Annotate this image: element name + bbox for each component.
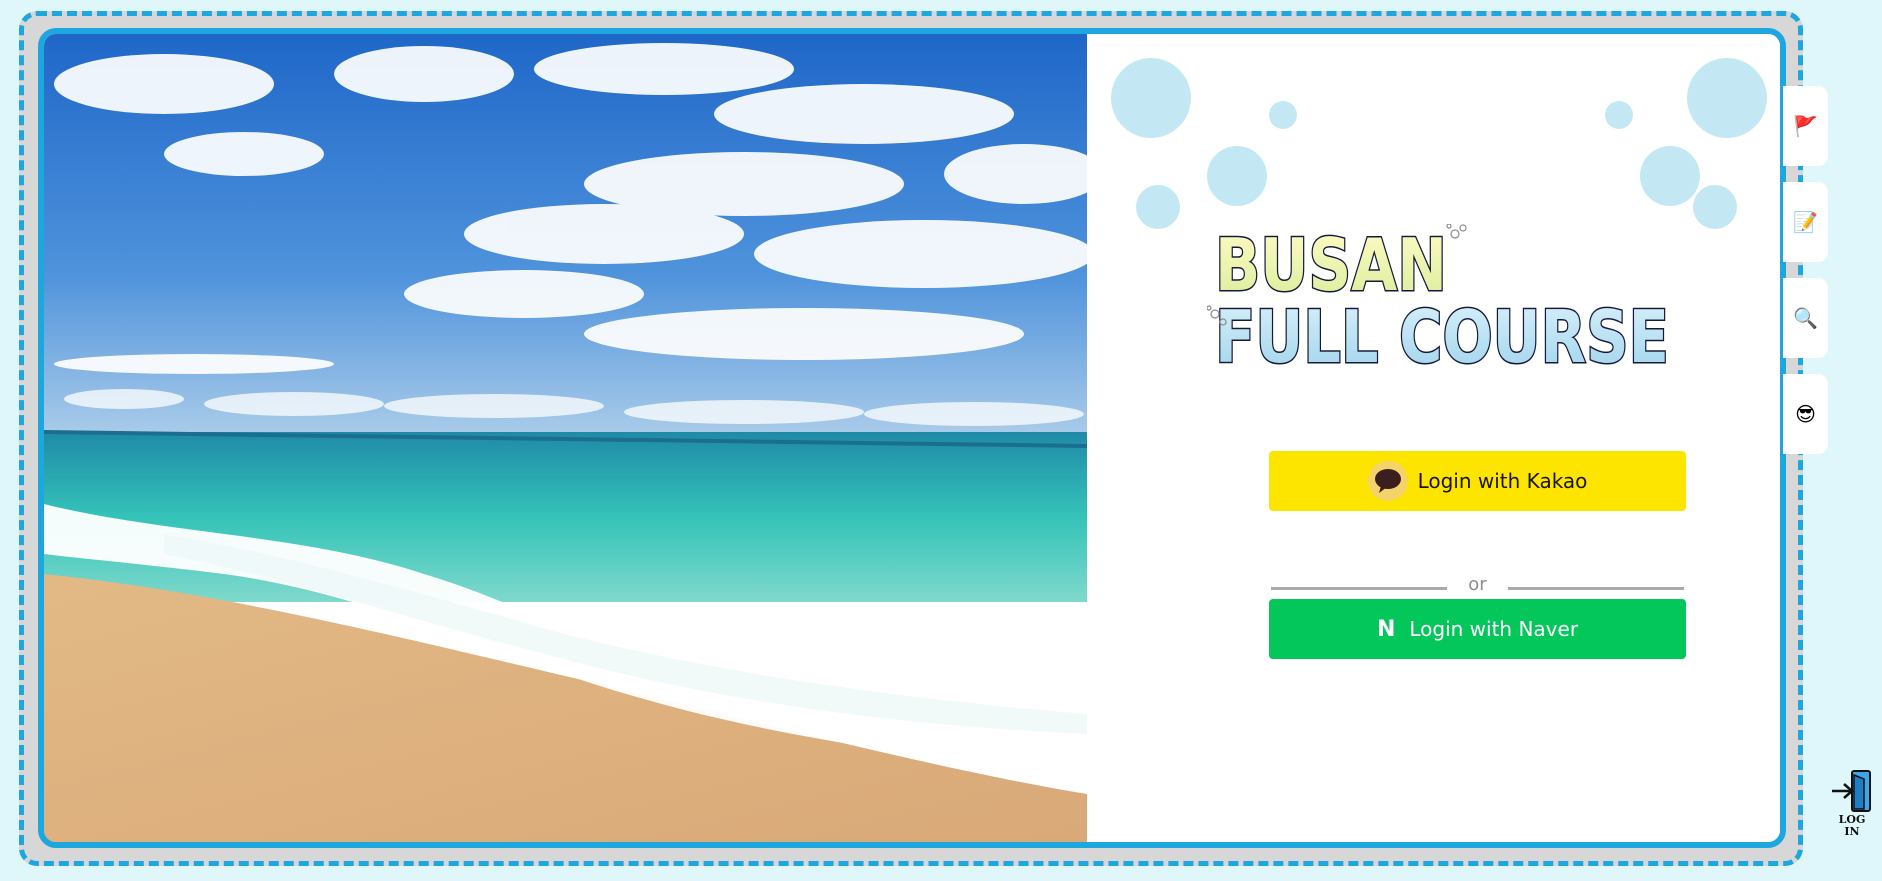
- memo-icon[interactable]: 📝: [1783, 182, 1828, 262]
- login-link[interactable]: LOG IN: [1826, 769, 1878, 844]
- bubble-decoration: [1207, 146, 1267, 206]
- logo-line2: FULL COURSE: [1215, 295, 1669, 374]
- busan-full-course-logo: BUSAN FULL COURSE: [1207, 224, 1677, 374]
- search-icon[interactable]: 🔍: [1783, 278, 1828, 358]
- bubble-decoration: [1693, 185, 1737, 229]
- kakao-login-button[interactable]: Login with Kakao: [1269, 451, 1686, 511]
- beach-image: [44, 34, 1087, 842]
- speech-bubble-icon: [1367, 461, 1408, 501]
- login-link-label: LOG IN: [1838, 813, 1866, 838]
- bubble-decoration: [1136, 185, 1180, 229]
- bubble-decoration: [1111, 58, 1191, 138]
- kakao-login-label: Login with Kakao: [1417, 469, 1588, 493]
- bubble-decoration: [1640, 146, 1700, 206]
- door-enter-icon: [1832, 770, 1871, 812]
- flag-icon[interactable]: 🚩: [1783, 86, 1828, 166]
- naver-login-label: Login with Naver: [1409, 617, 1579, 641]
- naver-login-button[interactable]: N Login with Naver: [1269, 599, 1686, 659]
- bubble-decoration: [1269, 101, 1297, 129]
- main-card: BUSAN FULL COURSE Login with Kakao or N …: [38, 28, 1786, 848]
- naver-n-icon: N: [1376, 616, 1396, 642]
- bubble-decoration: [1605, 101, 1633, 129]
- divider-text: or: [1468, 574, 1487, 595]
- bubble-decoration: [1687, 58, 1767, 138]
- sunglasses-face-icon[interactable]: 😎: [1783, 374, 1828, 454]
- login-panel: BUSAN FULL COURSE Login with Kakao or N …: [1087, 34, 1780, 842]
